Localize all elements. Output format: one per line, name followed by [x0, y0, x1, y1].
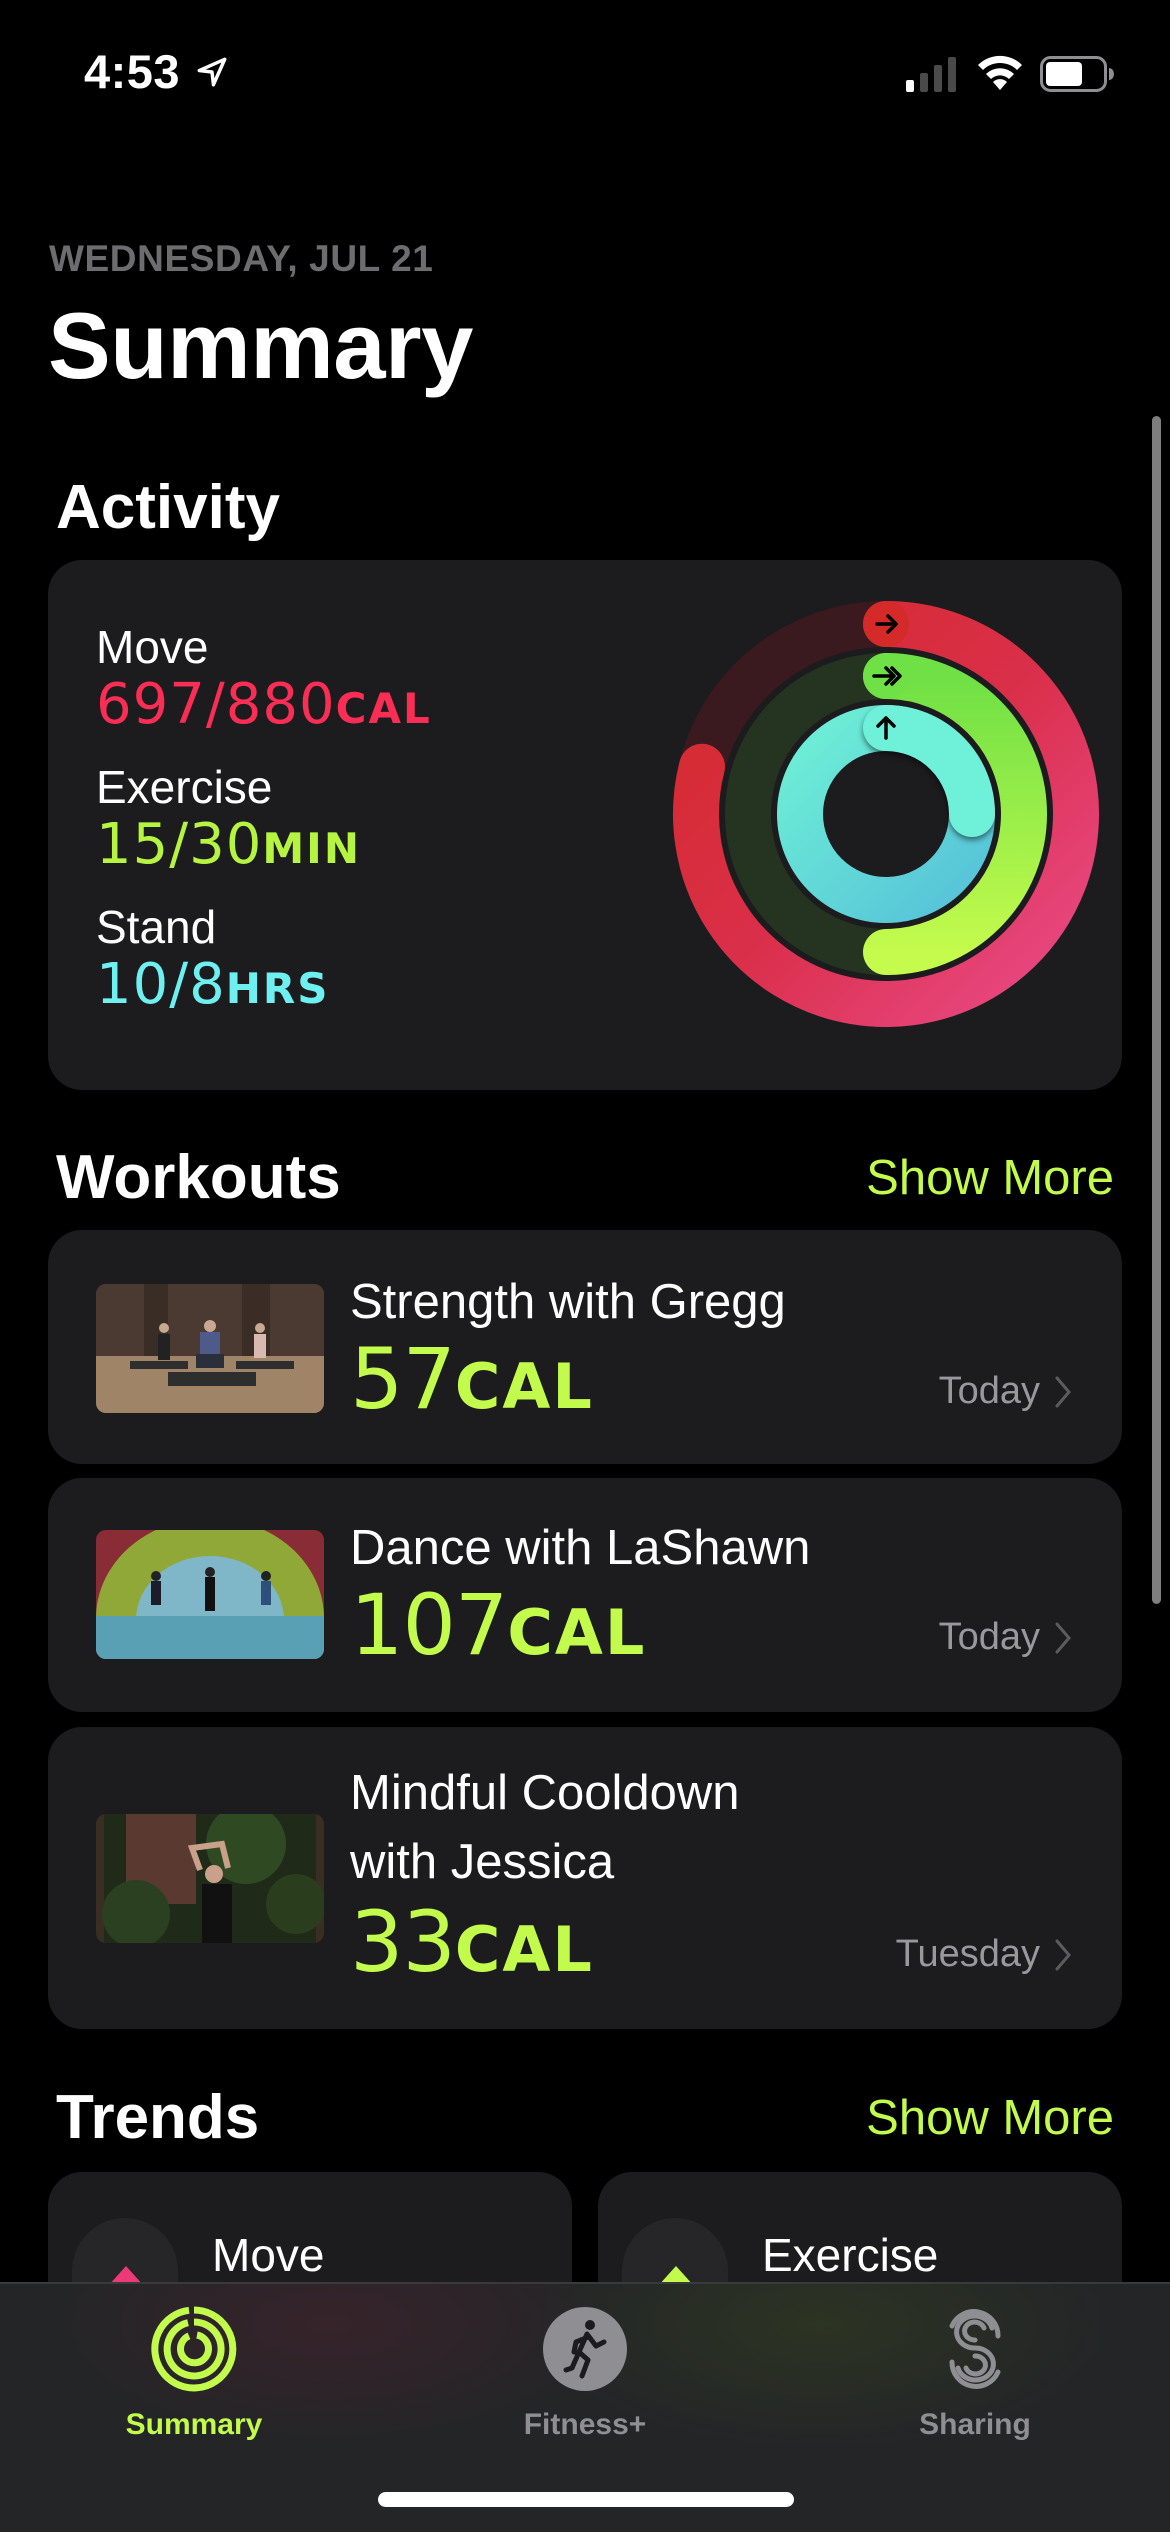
- stand-ring-overlap: [863, 705, 995, 837]
- workout-title: Strength with Gregg: [350, 1275, 786, 1329]
- trends-section-title: Trends: [56, 2083, 260, 2152]
- dance-workout-thumbnail: [96, 1530, 324, 1659]
- tab-summary[interactable]: Summary: [74, 2306, 314, 2442]
- activity-rings[interactable]: [656, 584, 1116, 1044]
- workouts-section-title: Workouts: [56, 1143, 341, 1212]
- activity-rings-icon: [151, 2306, 237, 2392]
- workout-date: Today: [939, 1616, 1072, 1659]
- stand-value: 10/8HRS: [96, 952, 330, 1017]
- trend-label: Move: [212, 2229, 325, 2281]
- trends-show-more-button[interactable]: Show More: [866, 2090, 1114, 2146]
- tab-label: Summary: [125, 2408, 263, 2441]
- tab-label: Fitness+: [523, 2408, 647, 2441]
- exercise-value: 15/30MIN: [96, 812, 361, 877]
- status-time: 4:53: [84, 45, 181, 98]
- home-indicator[interactable]: [378, 2492, 794, 2507]
- workout-date: Tuesday: [896, 1933, 1072, 1976]
- exercise-label: Exercise: [96, 761, 273, 813]
- chevron-right-icon: [1055, 1939, 1071, 1970]
- location-arrow-icon: [197, 57, 227, 87]
- move-value: 697/880CAL: [96, 672, 432, 737]
- trend-label: Exercise: [762, 2229, 939, 2281]
- chevron-right-icon: [1055, 1376, 1071, 1407]
- page-title: Summary: [48, 293, 473, 398]
- strength-workout-thumbnail: [96, 1284, 324, 1413]
- workout-calories: 107CAL: [350, 1576, 647, 1674]
- workout-title: Dance with LaShawn: [350, 1521, 811, 1575]
- date-label: WEDNESDAY, JUL 21: [49, 238, 434, 279]
- stand-metric: Stand 10/8HRS: [96, 900, 330, 1020]
- workout-card-dance[interactable]: Dance with LaShawn 107CAL Today: [48, 1478, 1122, 1712]
- stand-unit: HRS: [225, 964, 330, 1013]
- scrollbar[interactable]: [1152, 416, 1161, 1604]
- activity-section-title: Activity: [56, 473, 280, 542]
- battery-icon: [1040, 56, 1114, 92]
- workout-title: Mindful Cooldown with Jessica: [350, 1766, 740, 1889]
- workout-calories: 33CAL: [350, 1893, 594, 1991]
- running-figure-icon: [543, 2307, 627, 2391]
- move-unit: CAL: [335, 684, 432, 733]
- chevron-right-icon: [1055, 1622, 1071, 1653]
- workout-calories: 57CAL: [350, 1330, 594, 1428]
- stand-label: Stand: [96, 901, 217, 953]
- workout-date: Today: [939, 1370, 1072, 1413]
- move-label: Move: [96, 621, 209, 673]
- cellular-signal-icon: [906, 57, 956, 92]
- wifi-icon: [978, 55, 1022, 90]
- workouts-show-more-button[interactable]: Show More: [866, 1150, 1114, 1206]
- cooldown-workout-thumbnail: [96, 1814, 324, 1943]
- tab-fitness-plus[interactable]: Fitness+: [465, 2306, 705, 2442]
- exercise-unit: MIN: [262, 824, 361, 873]
- exercise-metric: Exercise 15/30MIN: [96, 760, 361, 880]
- workout-card-strength[interactable]: Strength with Gregg 57CAL Today: [48, 1230, 1122, 1464]
- activity-card[interactable]: Move 697/880CAL Exercise 15/30MIN Stand …: [48, 560, 1122, 1090]
- status-bar: 4:53: [0, 0, 1170, 150]
- sharing-s-icon: [949, 2309, 1001, 2389]
- workout-card-cooldown[interactable]: Mindful Cooldown with Jessica 33CAL Tues…: [48, 1727, 1122, 2029]
- tab-label: Sharing: [919, 2408, 1031, 2441]
- move-metric: Move 697/880CAL: [96, 620, 432, 740]
- tab-sharing[interactable]: Sharing: [855, 2306, 1095, 2442]
